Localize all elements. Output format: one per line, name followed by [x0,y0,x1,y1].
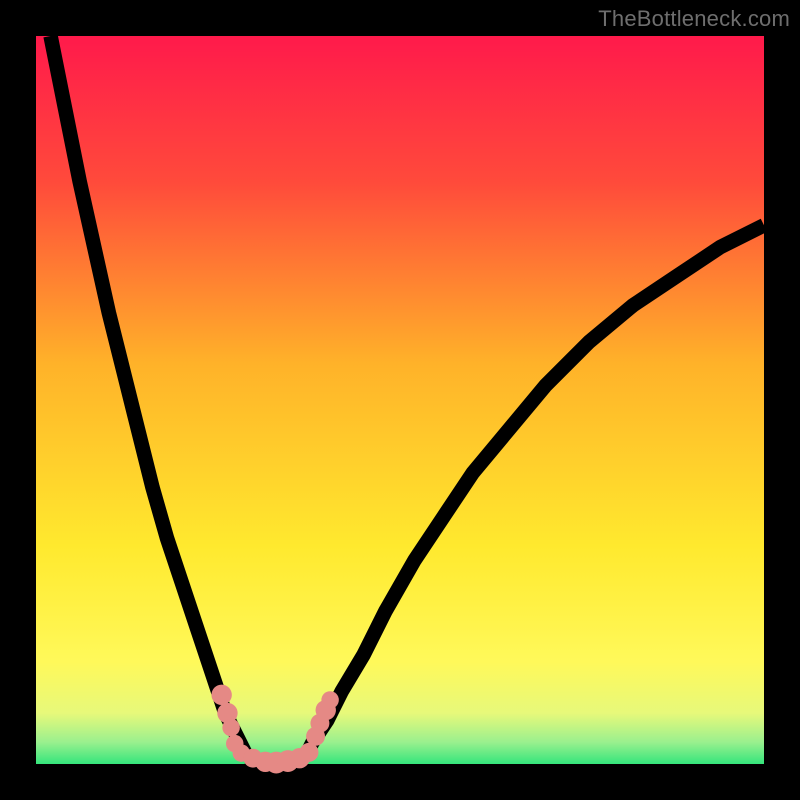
curve-svg [36,36,764,764]
scatter-dot [211,685,231,705]
scatter-dot [222,719,239,736]
plot-area [36,36,764,764]
scatter-dots [211,685,338,774]
chart-frame: TheBottleneck.com [0,0,800,800]
curve-left-branch [51,36,248,757]
scatter-dot [321,691,338,708]
curve-right-branch [305,225,764,756]
watermark-text: TheBottleneck.com [598,6,790,32]
